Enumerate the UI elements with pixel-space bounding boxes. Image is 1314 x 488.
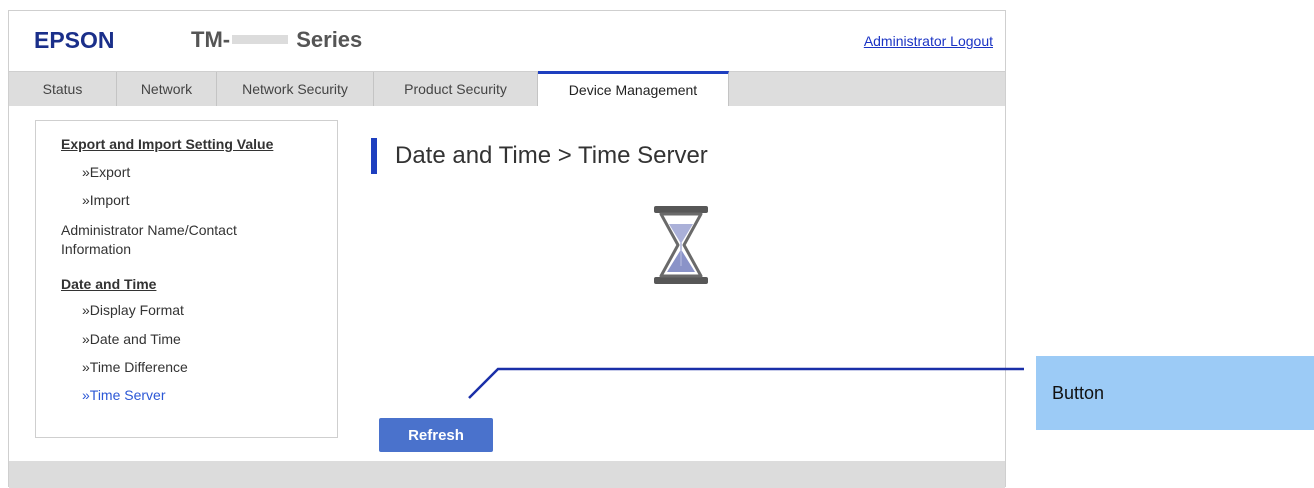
- tab-product-security[interactable]: Product Security: [374, 72, 538, 107]
- refresh-button[interactable]: Refresh: [379, 418, 493, 452]
- footer-band: [9, 461, 1005, 488]
- epson-logo: EPSON: [34, 27, 115, 53]
- hourglass-icon: [654, 206, 708, 284]
- nav-date-time-heading[interactable]: Date and Time: [61, 276, 156, 292]
- nav-item-administrator-name[interactable]: Administrator Name/Contact Information: [61, 221, 291, 259]
- page-title: Date and Time > Time Server: [371, 138, 708, 174]
- model-name: TM- Series: [191, 27, 362, 53]
- model-prefix: TM-: [191, 27, 231, 52]
- header: EPSON TM- Series Administrator Logout: [9, 11, 1005, 69]
- browser-frame: EPSON TM- Series Administrator Logout St…: [8, 10, 1006, 488]
- masked-model-number: [232, 34, 289, 44]
- tab-device-management[interactable]: Device Management: [538, 71, 729, 108]
- annotation-callout: Button: [1036, 356, 1314, 430]
- nav-item-date-and-time[interactable]: »Date and Time: [82, 331, 181, 347]
- nav-item-administrator-name-line1: Administrator Name/Contact: [61, 222, 237, 238]
- nav-item-time-server[interactable]: »Time Server: [82, 387, 166, 403]
- nav-item-export[interactable]: »Export: [82, 164, 130, 180]
- model-suffix: Series: [296, 27, 363, 52]
- content-area: Export and Import Setting Value »Export …: [9, 106, 1005, 461]
- nav-item-administrator-name-line2: Information: [61, 241, 132, 257]
- tab-bar: Status Network Network Security Product …: [9, 71, 1005, 108]
- tab-status[interactable]: Status: [9, 72, 117, 107]
- side-navigation: Export and Import Setting Value »Export …: [35, 120, 338, 438]
- administrator-logout-link[interactable]: Administrator Logout: [864, 33, 993, 49]
- nav-item-import[interactable]: »Import: [82, 192, 129, 208]
- nav-item-display-format[interactable]: »Display Format: [82, 302, 184, 318]
- tab-network-security[interactable]: Network Security: [217, 72, 374, 107]
- nav-item-time-difference[interactable]: »Time Difference: [82, 359, 188, 375]
- nav-export-import-heading[interactable]: Export and Import Setting Value: [61, 136, 273, 152]
- tab-network[interactable]: Network: [117, 72, 217, 107]
- annotation-label: Button: [1052, 383, 1105, 403]
